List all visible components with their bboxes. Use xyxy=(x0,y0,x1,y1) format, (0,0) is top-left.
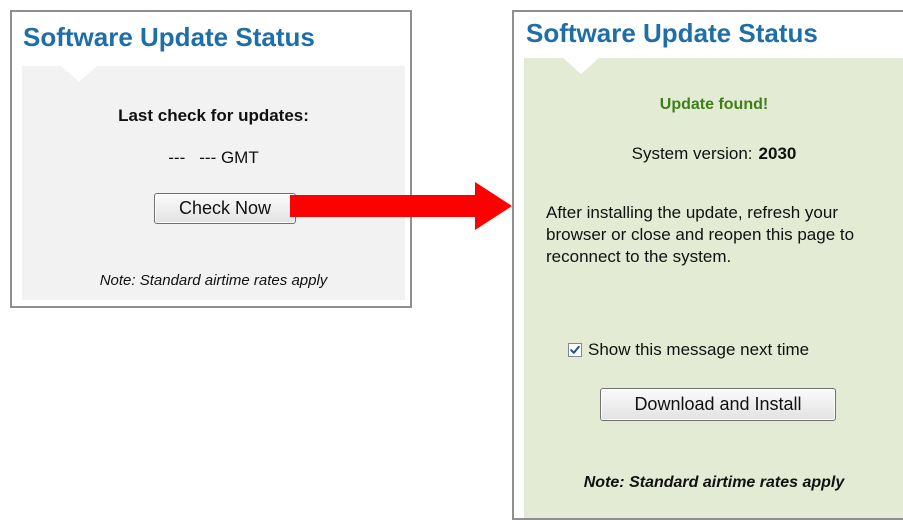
update-status-panel-before: Software Update Status Last check for up… xyxy=(10,10,412,308)
show-message-option[interactable]: Show this message next time xyxy=(568,340,809,360)
last-check-value: --- --- GMT xyxy=(22,148,405,168)
panel-title: Software Update Status xyxy=(23,22,315,52)
speech-notch xyxy=(562,57,600,74)
system-version-value: 2030 xyxy=(758,144,797,163)
system-version: System version: 2030 xyxy=(524,144,903,164)
airtime-note: Note: Standard airtime rates apply xyxy=(99,272,328,289)
last-check-label: Last check for updates: xyxy=(118,106,309,125)
panel-body: Update found! System version: 2030 After … xyxy=(524,57,903,518)
update-status-panel-after: Software Update Status Update found! Sys… xyxy=(512,10,903,520)
update-status-message: Update found! xyxy=(659,96,769,113)
show-message-label: Show this message next time xyxy=(588,340,810,359)
show-message-checkbox[interactable] xyxy=(568,343,582,357)
last-check-time: --- GMT xyxy=(199,148,259,167)
last-check-date: --- xyxy=(168,148,186,167)
speech-notch xyxy=(60,65,98,82)
install-instructions: After installing the update, refresh you… xyxy=(546,203,855,266)
check-now-button[interactable]: Check Now xyxy=(154,193,296,224)
airtime-note: Note: Standard airtime rates apply xyxy=(583,474,845,491)
panel-title: Software Update Status xyxy=(526,18,818,48)
arrow-right-icon xyxy=(290,182,512,230)
checkmark-icon xyxy=(570,345,580,354)
system-version-label: System version: xyxy=(631,144,753,163)
download-install-button[interactable]: Download and Install xyxy=(600,388,836,421)
